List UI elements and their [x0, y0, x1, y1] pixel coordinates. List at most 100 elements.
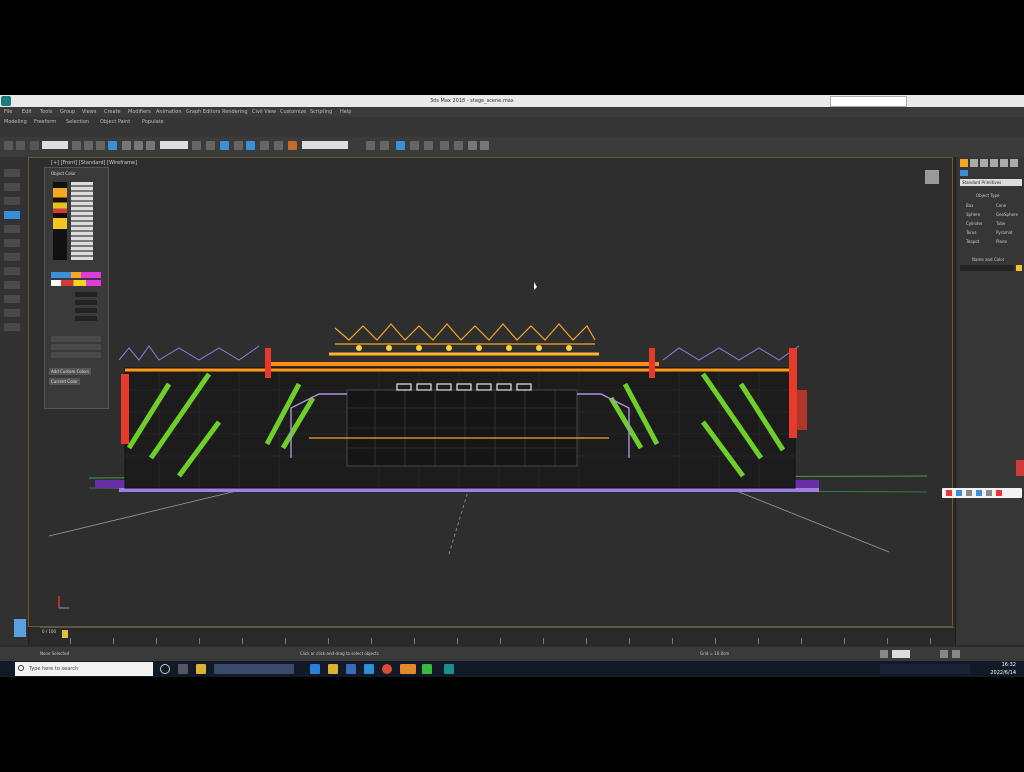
minimize-button[interactable] — [975, 95, 989, 107]
menu-file[interactable]: File — [4, 107, 12, 117]
expand-toggle[interactable] — [14, 619, 26, 637]
wechat-icon[interactable] — [422, 664, 432, 674]
render-options-icon[interactable] — [480, 141, 489, 150]
workspace-dropdown[interactable] — [830, 96, 907, 107]
geometry-icon[interactable] — [960, 170, 968, 176]
render-frame-icon[interactable] — [454, 141, 463, 150]
material-editor-icon[interactable] — [424, 141, 433, 150]
mini-icon[interactable] — [946, 490, 952, 496]
cone-button[interactable]: Cone — [996, 203, 1006, 208]
windows-start-icon[interactable] — [0, 661, 14, 677]
ribbon-tab-populate[interactable]: Populate — [142, 117, 164, 127]
close-button[interactable] — [1008, 95, 1022, 107]
mini-icon[interactable] — [966, 490, 972, 496]
cylinder-button[interactable]: Cylinder — [966, 221, 983, 226]
ribbon-tab-freeform[interactable]: Freeform — [34, 117, 56, 127]
move-icon[interactable] — [122, 141, 131, 150]
named-selection-dropdown[interactable] — [302, 141, 348, 149]
modify-tab-icon[interactable] — [970, 159, 978, 167]
angle-snap-icon[interactable] — [234, 141, 243, 150]
reference-coord-dropdown[interactable] — [160, 141, 188, 149]
menu-group[interactable]: Group — [60, 107, 75, 117]
ribbon-tab-modeling[interactable]: Modeling — [4, 117, 27, 127]
play-button[interactable] — [880, 650, 888, 658]
schematic-view-icon[interactable] — [410, 141, 419, 150]
radio-option[interactable] — [51, 336, 101, 342]
layout-button[interactable] — [4, 225, 20, 233]
align-icon[interactable] — [288, 141, 297, 150]
percent-snap-icon[interactable] — [246, 141, 255, 150]
orbit-icon[interactable] — [952, 650, 960, 658]
color-field[interactable] — [75, 316, 97, 321]
link-icon[interactable] — [30, 141, 39, 150]
time-slider[interactable]: 0 / 100 — [40, 627, 954, 648]
store-icon[interactable] — [346, 664, 356, 674]
explorer-icon[interactable] — [196, 664, 206, 674]
mini-icon[interactable] — [986, 490, 992, 496]
menu-customize[interactable]: Customize — [280, 107, 306, 117]
scale-icon[interactable] — [146, 141, 155, 150]
select-manipulate-icon[interactable] — [206, 141, 215, 150]
app-icon-active[interactable] — [400, 664, 416, 674]
chrome-icon[interactable] — [382, 664, 392, 674]
scene-explorer-icon[interactable] — [380, 141, 389, 150]
select-object-icon[interactable] — [72, 141, 81, 150]
box-button[interactable]: Box — [966, 203, 973, 208]
layout-button[interactable] — [4, 281, 20, 289]
menu-tools[interactable]: Tools — [40, 107, 52, 117]
current-color-button[interactable]: Current Color — [49, 378, 80, 385]
mail-icon[interactable] — [364, 664, 374, 674]
utilities-tab-icon[interactable] — [1010, 159, 1018, 167]
layout-button[interactable] — [4, 295, 20, 303]
layout-button[interactable] — [4, 239, 20, 247]
tray-icons[interactable] — [880, 664, 970, 674]
cortana-icon[interactable] — [160, 664, 170, 674]
mini-icon[interactable] — [956, 490, 962, 496]
time-slider-thumb[interactable] — [62, 630, 68, 638]
sphere-button[interactable]: Sphere — [966, 212, 980, 217]
plane-button[interactable]: Plane — [996, 239, 1007, 244]
zoom-icon[interactable] — [940, 650, 948, 658]
menu-help[interactable]: Help — [340, 107, 351, 117]
render-setup-icon[interactable] — [440, 141, 449, 150]
display-tab-icon[interactable] — [1000, 159, 1008, 167]
render-icon[interactable] — [468, 141, 477, 150]
menu-create[interactable]: Create — [104, 107, 121, 117]
menu-views[interactable]: Views — [82, 107, 96, 117]
region-select-icon[interactable] — [96, 141, 105, 150]
floating-mini-toolbar[interactable] — [942, 488, 1022, 498]
front-viewport[interactable]: [+] [Front] [Standard] [Wireframe] — [28, 157, 953, 627]
key-mode-toggle[interactable] — [892, 650, 910, 658]
max-taskbar-icon[interactable] — [444, 664, 454, 674]
radio-option[interactable] — [51, 344, 101, 350]
layout-button[interactable] — [4, 267, 20, 275]
menu-animation[interactable]: Animation — [156, 107, 182, 117]
edge-icon[interactable] — [310, 664, 320, 674]
layer-explorer-icon[interactable] — [366, 141, 375, 150]
taskbar-search-input[interactable]: Type here to search — [15, 662, 153, 676]
taskbar-window-thumb[interactable] — [214, 664, 294, 674]
menu-scripting[interactable]: Scripting — [310, 107, 332, 117]
color-swatch-column[interactable] — [53, 182, 67, 260]
mini-icon[interactable] — [996, 490, 1002, 496]
select-by-name-icon[interactable] — [84, 141, 93, 150]
layout-button[interactable] — [4, 253, 20, 261]
rotate-icon[interactable] — [134, 141, 143, 150]
menu-modifiers[interactable]: Modifiers — [128, 107, 151, 117]
selection-filter-dropdown[interactable] — [42, 141, 68, 149]
menu-graph-editors[interactable]: Graph Editors — [186, 107, 220, 117]
side-notification-tab[interactable] — [1016, 460, 1024, 476]
layout-button[interactable] — [4, 197, 20, 205]
radio-option[interactable] — [51, 352, 101, 358]
task-view-icon[interactable] — [178, 664, 188, 674]
color-field[interactable] — [75, 300, 97, 305]
maximize-button[interactable] — [992, 95, 1006, 107]
add-custom-colors-button[interactable]: Add Custom Colors — [49, 368, 92, 375]
window-crossing-icon[interactable] — [108, 141, 117, 150]
curve-editor-icon[interactable] — [396, 141, 405, 150]
taskbar-clock[interactable]: 16:32 2022/6/14 — [990, 661, 1016, 677]
create-tab-icon[interactable] — [960, 159, 968, 167]
file-explorer-icon[interactable] — [328, 664, 338, 674]
undo-icon[interactable] — [4, 141, 13, 150]
tube-button[interactable]: Tube — [996, 221, 1005, 226]
